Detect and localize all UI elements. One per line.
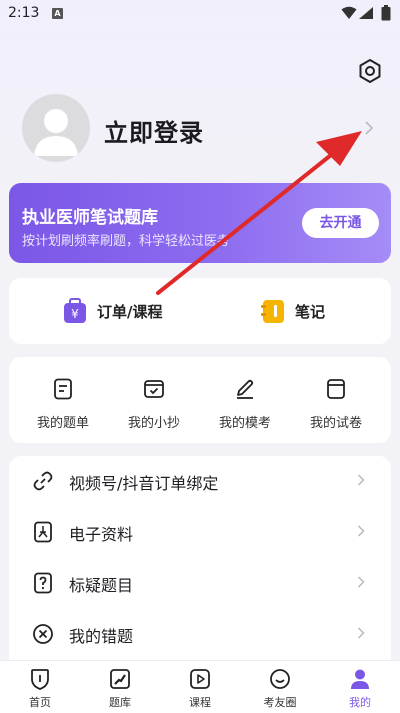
chevron-right-icon: [357, 576, 365, 588]
community-icon: [270, 669, 290, 689]
battery-icon: [381, 5, 391, 21]
my-mock-exam-button[interactable]: 我的模考: [199, 357, 291, 443]
my-item-label: 我的模考: [218, 416, 271, 431]
my-item-label: 我的试卷: [309, 416, 362, 431]
tab-label: 我的: [349, 696, 371, 709]
list-item-label: 标疑题目: [69, 576, 134, 595]
list-item-label: 视频号/抖音订单绑定: [69, 474, 219, 493]
tab-community[interactable]: 考友圈: [240, 661, 320, 713]
vip-subtitle: 按计划刷频率刷题，科学轻松过医考: [22, 234, 231, 249]
course-play-icon: [190, 669, 210, 689]
status-time: 2:13: [8, 5, 40, 21]
chevron-right-icon: [357, 627, 365, 639]
home-icon: [31, 669, 49, 690]
list-item-order-binding[interactable]: 视频号/抖音订单绑定: [9, 456, 391, 506]
tab-label: 题库: [109, 696, 131, 709]
tab-home[interactable]: 首页: [0, 661, 80, 713]
svg-text:¥: ¥: [71, 307, 79, 321]
cheat-sheet-icon: [144, 380, 164, 398]
notebook-icon: [261, 300, 284, 323]
signal-icon: [359, 7, 373, 19]
tab-question-bank[interactable]: 题库: [80, 661, 160, 713]
quick-link-label: 订单/课程: [97, 302, 163, 321]
default-avatar-icon: [34, 109, 78, 156]
tab-label: 考友圈: [263, 696, 297, 709]
orders-courses-link[interactable]: ¥ 订单/课程: [61, 278, 162, 344]
tab-course[interactable]: 课程: [160, 661, 240, 713]
my-cheat-sheet-button[interactable]: 我的小抄: [108, 357, 200, 443]
tab-label: 首页: [29, 696, 51, 709]
pen-icon: [237, 379, 254, 399]
profile-icon: [351, 669, 369, 689]
notes-link[interactable]: 笔记: [259, 278, 325, 344]
quick-links-card: ¥ 订单/课程 笔记: [9, 278, 391, 344]
profile-login-row[interactable]: 立即登录: [22, 94, 382, 164]
order-bag-icon: ¥: [64, 298, 86, 323]
link-icon: [33, 471, 53, 491]
question-list-icon: [54, 378, 72, 400]
chevron-right-icon[interactable]: [364, 121, 374, 135]
list-item-e-materials[interactable]: 电子资料: [9, 507, 391, 557]
my-item-label: 我的小抄: [127, 416, 180, 431]
my-papers-button[interactable]: 我的试卷: [290, 357, 382, 443]
notification-badge: A: [52, 8, 63, 19]
my-question-list-button[interactable]: 我的题单: [17, 357, 109, 443]
question-mark-icon: [34, 572, 52, 594]
status-bar: 2:13 A: [0, 0, 400, 28]
avatar[interactable]: [22, 94, 90, 162]
list-item-label: 我的错题: [69, 627, 134, 646]
vip-title: 执业医师笔试题库: [22, 208, 158, 228]
login-text[interactable]: 立即登录: [104, 113, 204, 148]
paper-icon: [327, 379, 345, 399]
activate-button[interactable]: 去开通: [302, 208, 379, 238]
tab-profile[interactable]: 我的: [320, 661, 400, 713]
my-item-label: 我的题单: [36, 416, 89, 431]
settings-icon[interactable]: [357, 58, 383, 84]
chevron-right-icon: [357, 474, 365, 486]
chevron-right-icon: [357, 525, 365, 537]
bottom-tab-bar: 首页 题库 课程 考友圈 我的: [0, 660, 400, 713]
list-item-label: 电子资料: [69, 525, 134, 544]
vip-banner[interactable]: 执业医师笔试题库 按计划刷频率刷题，科学轻松过医考 去开通: [9, 183, 391, 263]
list-item-wrong-questions[interactable]: 我的错题: [9, 609, 391, 659]
question-bank-icon: [110, 669, 130, 689]
list-item-flagged-questions[interactable]: 标疑题目: [9, 558, 391, 608]
my-items-card: 我的题单 我的小抄 我的模考 我的试卷: [9, 357, 391, 443]
quick-link-label: 笔记: [295, 302, 326, 321]
pdf-icon: [34, 521, 52, 543]
wifi-icon: [341, 6, 357, 19]
wrong-x-icon: [33, 624, 53, 644]
tab-label: 课程: [189, 696, 211, 709]
